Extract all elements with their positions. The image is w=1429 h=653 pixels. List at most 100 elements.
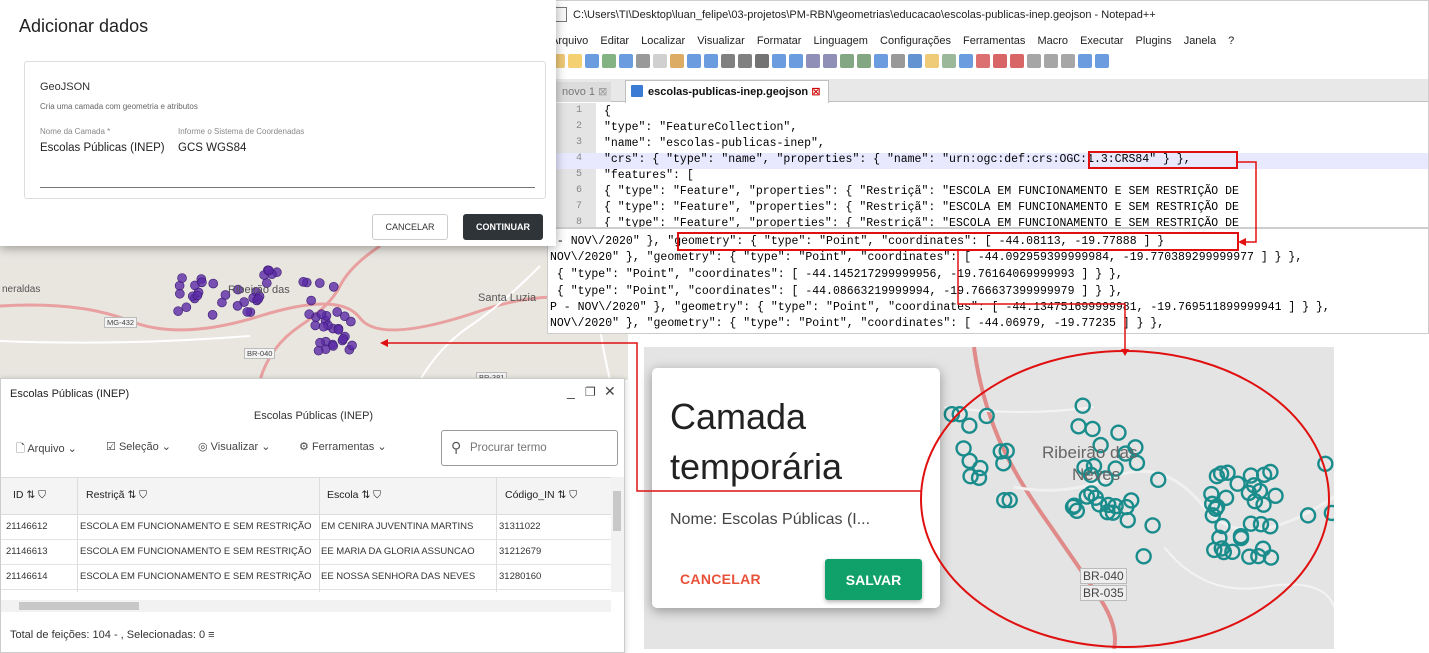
layer-name-field[interactable]: Escolas Públicas (INEP)	[40, 142, 168, 154]
menu-item[interactable]: ?	[1228, 35, 1234, 47]
school-point-marker[interactable]	[1084, 420, 1101, 438]
column-header-restricao[interactable]: Restriçã ⇅ ⛉	[86, 489, 147, 502]
school-point-marker[interactable]	[338, 334, 349, 344]
school-point-marker[interactable]	[1241, 548, 1258, 565]
menu-item[interactable]: Ferramentas	[963, 35, 1025, 47]
continue-button[interactable]: CONTINUAR	[463, 214, 543, 240]
menu-item[interactable]: Localizar	[641, 35, 685, 47]
toolbar-button-icon[interactable]	[840, 54, 854, 68]
school-point-marker[interactable]	[1317, 455, 1334, 473]
toolbar-button-icon[interactable]	[806, 54, 820, 68]
column-header-id[interactable]: ID ⇅ ⛉	[13, 489, 46, 502]
school-point-marker[interactable]	[306, 295, 316, 306]
school-point-marker[interactable]	[1135, 548, 1152, 565]
toolbar-button-icon[interactable]	[568, 54, 582, 68]
school-point-marker[interactable]	[264, 265, 274, 276]
temp-cancel-button[interactable]: CANCELAR	[680, 571, 761, 587]
toolbar-button-icon[interactable]	[772, 54, 786, 68]
toolbar-button-icon[interactable]	[636, 54, 650, 68]
school-point-marker[interactable]	[181, 302, 192, 313]
school-point-marker[interactable]	[962, 468, 979, 485]
school-point-marker[interactable]	[315, 337, 325, 348]
toolbar-button-icon[interactable]	[993, 54, 1007, 68]
toolbar-button-icon[interactable]	[874, 54, 888, 68]
close-icon[interactable]: ⊠	[811, 86, 820, 98]
menu-item[interactable]: Visualizar	[697, 35, 745, 47]
school-point-marker[interactable]	[961, 417, 978, 434]
toolbar-button-icon[interactable]	[857, 54, 871, 68]
table-row[interactable]: 21146612 ESCOLA EM FUNCIONAMENTO E SEM R…	[1, 515, 611, 540]
toolbar-button-icon[interactable]	[1078, 54, 1092, 68]
toolbar-button-icon[interactable]	[823, 54, 837, 68]
filter-icon[interactable]: ⛉	[139, 489, 147, 501]
school-point-marker[interactable]	[313, 345, 324, 356]
close-icon[interactable]: ✕	[604, 383, 616, 400]
school-point-marker[interactable]	[173, 306, 183, 316]
menu-ferramentas[interactable]: ⚙ Ferramentas ⌄	[299, 440, 387, 453]
school-point-marker[interactable]	[217, 297, 227, 308]
toolbar-button-icon[interactable]	[687, 54, 701, 68]
sort-icon[interactable]: ⇅	[127, 489, 136, 501]
school-point-marker[interactable]	[1074, 397, 1091, 414]
column-header-codigo[interactable]: Código_IN ⇅ ⛉	[505, 489, 577, 502]
tab-geojson-file[interactable]: escolas-publicas-inep.geojson ⊠	[625, 80, 830, 103]
school-point-marker[interactable]	[328, 282, 339, 292]
toolbar-button-icon[interactable]	[602, 54, 616, 68]
menu-item[interactable]: Configurações	[880, 35, 951, 47]
menu-arquivo[interactable]: 🗋 Arquivo ⌄	[16, 440, 77, 459]
school-point-marker[interactable]	[192, 290, 203, 301]
toolbar-button-icon[interactable]	[704, 54, 718, 68]
restore-icon[interactable]: ❐	[585, 385, 596, 399]
table-row[interactable]: 21146614 ESCOLA EM FUNCIONAMENTO E SEM R…	[1, 565, 611, 590]
menu-item[interactable]: Janela	[1184, 35, 1216, 47]
cancel-button[interactable]: CANCELAR	[372, 214, 448, 240]
school-point-marker[interactable]	[242, 307, 253, 317]
search-input[interactable]	[441, 430, 618, 466]
menu-item[interactable]: Arquivo	[551, 35, 588, 47]
school-point-marker[interactable]	[175, 288, 185, 299]
toolbar-button-icon[interactable]	[1027, 54, 1041, 68]
toolbar-button-icon[interactable]	[1044, 54, 1058, 68]
close-icon[interactable]: ⊠	[598, 86, 607, 98]
left-map[interactable]: neraldas Ribeirão das Santa Luzia MG-432…	[0, 246, 628, 380]
school-point-marker[interactable]	[1068, 502, 1086, 520]
toolbar-button-icon[interactable]	[619, 54, 633, 68]
school-point-marker[interactable]	[346, 316, 356, 327]
toolbar-button-icon[interactable]	[653, 54, 667, 68]
school-point-marker[interactable]	[332, 307, 342, 317]
tab-novo-1[interactable]: novo 1 ⊠	[548, 82, 612, 102]
school-point-marker[interactable]	[1110, 424, 1127, 441]
school-point-marker[interactable]	[304, 309, 314, 320]
school-point-marker[interactable]	[1070, 418, 1087, 435]
crs-field[interactable]: GCS WGS84	[178, 142, 246, 154]
filter-icon[interactable]: ⛉	[569, 489, 577, 501]
menu-item[interactable]: Formatar	[757, 35, 802, 47]
school-point-marker[interactable]	[316, 309, 327, 320]
horizontal-scroll-thumb[interactable]	[19, 602, 139, 610]
toolbar-button-icon[interactable]	[755, 54, 769, 68]
vertical-scroll-thumb[interactable]	[613, 491, 621, 531]
school-point-marker[interactable]	[208, 278, 219, 289]
sort-icon[interactable]: ⇅	[361, 489, 370, 501]
toolbar-button-icon[interactable]	[891, 54, 905, 68]
school-point-marker[interactable]	[1144, 517, 1161, 534]
school-point-marker[interactable]	[1119, 511, 1136, 529]
school-point-marker[interactable]	[207, 309, 218, 320]
school-point-marker[interactable]	[328, 341, 339, 351]
filter-icon[interactable]: ⛉	[38, 489, 46, 501]
toolbar-button-icon[interactable]	[942, 54, 956, 68]
school-point-marker[interactable]	[314, 278, 325, 288]
toolbar-button-icon[interactable]	[738, 54, 752, 68]
sort-icon[interactable]: ⇅	[26, 489, 35, 501]
school-point-marker[interactable]	[310, 320, 321, 331]
school-point-marker[interactable]	[197, 277, 207, 288]
sort-icon[interactable]: ⇅	[558, 489, 567, 501]
school-point-marker[interactable]	[1323, 504, 1334, 522]
menu-item[interactable]: Macro	[1037, 35, 1068, 47]
toolbar-button-icon[interactable]	[908, 54, 922, 68]
menu-item[interactable]: Plugins	[1136, 35, 1172, 47]
school-point-marker[interactable]	[177, 273, 187, 283]
table-row[interactable]: 21146613 ESCOLA EM FUNCIONAMENTO E SEM R…	[1, 540, 611, 565]
school-point-marker[interactable]	[1267, 487, 1284, 505]
school-point-marker[interactable]	[1203, 485, 1220, 503]
